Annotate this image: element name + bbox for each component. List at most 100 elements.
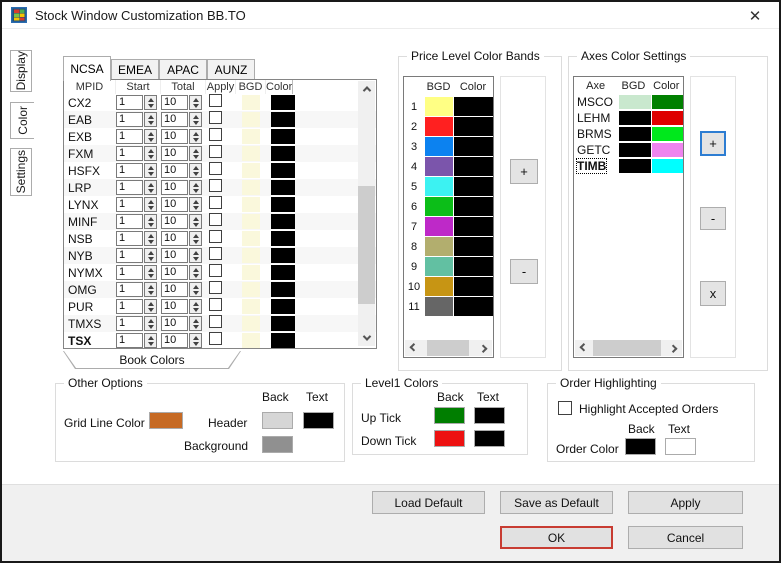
- color-swatch[interactable]: [271, 316, 295, 331]
- spin-up-icon[interactable]: [147, 165, 154, 170]
- bgd-swatch[interactable]: [242, 129, 260, 144]
- spin-up-icon[interactable]: [192, 182, 199, 187]
- spin-down-icon[interactable]: [147, 154, 154, 159]
- spin-up-icon[interactable]: [192, 250, 199, 255]
- total-spinner[interactable]: 10: [161, 299, 206, 314]
- spin-down-icon[interactable]: [147, 290, 154, 295]
- axe-bgd-swatch[interactable]: [619, 142, 651, 157]
- total-spinner[interactable]: 10: [161, 214, 206, 229]
- spin-down-icon[interactable]: [147, 324, 154, 329]
- spinner-arrows[interactable]: [144, 163, 157, 178]
- spin-down-icon[interactable]: [147, 120, 154, 125]
- apply-checkbox[interactable]: [209, 297, 222, 311]
- axe-color-swatch[interactable]: [652, 158, 683, 173]
- spinner-arrows[interactable]: [189, 129, 202, 144]
- spin-down-icon[interactable]: [192, 171, 199, 176]
- color-swatch[interactable]: [271, 282, 295, 297]
- band-bgd-swatch[interactable]: [425, 217, 453, 236]
- spinner-arrows[interactable]: [189, 299, 202, 314]
- band-bgd-swatch[interactable]: [425, 297, 453, 316]
- total-spinner[interactable]: 10: [161, 112, 206, 127]
- band-color-swatch[interactable]: [454, 257, 493, 276]
- axe-bgd-swatch[interactable]: [619, 110, 651, 125]
- apply-checkbox[interactable]: [209, 110, 222, 124]
- color-swatch[interactable]: [271, 248, 295, 263]
- total-spinner[interactable]: 10: [161, 282, 206, 297]
- color-swatch[interactable]: [271, 214, 295, 229]
- save-as-default-button[interactable]: Save as Default: [500, 491, 613, 514]
- axe-color-swatch[interactable]: [652, 110, 683, 125]
- spin-down-icon[interactable]: [147, 307, 154, 312]
- spinner-arrows[interactable]: [189, 265, 202, 280]
- spinner-arrows[interactable]: [144, 248, 157, 263]
- spin-down-icon[interactable]: [192, 137, 199, 142]
- spin-up-icon[interactable]: [192, 216, 199, 221]
- spin-up-icon[interactable]: [147, 250, 154, 255]
- grid-line-color-swatch[interactable]: [149, 412, 183, 429]
- spin-up-icon[interactable]: [192, 284, 199, 289]
- start-spinner[interactable]: 1: [116, 299, 161, 314]
- spinner-arrows[interactable]: [189, 333, 202, 348]
- band-color-swatch[interactable]: [454, 277, 493, 296]
- header-text-swatch[interactable]: [303, 412, 334, 429]
- spin-down-icon[interactable]: [147, 137, 154, 142]
- band-bgd-swatch[interactable]: [425, 137, 453, 156]
- spin-up-icon[interactable]: [147, 182, 154, 187]
- total-spinner[interactable]: 10: [161, 129, 206, 144]
- down-tick-text-swatch[interactable]: [474, 430, 505, 447]
- spin-up-icon[interactable]: [147, 131, 154, 136]
- spinner-arrows[interactable]: [144, 282, 157, 297]
- spinner-arrows[interactable]: [189, 231, 202, 246]
- scroll-right-icon[interactable]: [666, 340, 682, 356]
- tab-apac[interactable]: APAC: [159, 59, 207, 81]
- band-color-swatch[interactable]: [454, 297, 493, 316]
- band-bgd-swatch[interactable]: [425, 197, 453, 216]
- apply-checkbox[interactable]: [209, 331, 222, 345]
- spin-down-icon[interactable]: [147, 171, 154, 176]
- spin-down-icon[interactable]: [147, 239, 154, 244]
- start-spinner[interactable]: 1: [116, 180, 161, 195]
- spin-up-icon[interactable]: [147, 114, 154, 119]
- start-spinner[interactable]: 1: [116, 129, 161, 144]
- axe-bgd-swatch[interactable]: [619, 94, 651, 109]
- spin-up-icon[interactable]: [147, 301, 154, 306]
- color-swatch[interactable]: [271, 163, 295, 178]
- background-swatch[interactable]: [262, 436, 293, 453]
- spin-down-icon[interactable]: [192, 324, 199, 329]
- axe-color-swatch[interactable]: [652, 94, 683, 109]
- spin-down-icon[interactable]: [192, 307, 199, 312]
- start-spinner[interactable]: 1: [116, 316, 161, 331]
- spin-up-icon[interactable]: [192, 335, 199, 340]
- total-spinner[interactable]: 10: [161, 197, 206, 212]
- tab-color[interactable]: Color: [10, 102, 34, 139]
- spinner-arrows[interactable]: [189, 316, 202, 331]
- price-band-add-button[interactable]: +: [510, 159, 538, 184]
- spinner-arrows[interactable]: [189, 214, 202, 229]
- tab-emea[interactable]: EMEA: [111, 59, 159, 81]
- bgd-swatch[interactable]: [242, 197, 260, 212]
- start-spinner[interactable]: 1: [116, 231, 161, 246]
- spin-down-icon[interactable]: [192, 273, 199, 278]
- band-color-swatch[interactable]: [454, 117, 493, 136]
- bgd-swatch[interactable]: [242, 112, 260, 127]
- spin-up-icon[interactable]: [147, 233, 154, 238]
- color-swatch[interactable]: [271, 129, 295, 144]
- bgd-swatch[interactable]: [242, 180, 260, 195]
- total-spinner[interactable]: 10: [161, 163, 206, 178]
- down-tick-back-swatch[interactable]: [434, 430, 465, 447]
- spin-up-icon[interactable]: [147, 97, 154, 102]
- spinner-arrows[interactable]: [189, 95, 202, 110]
- spinner-arrows[interactable]: [144, 299, 157, 314]
- color-swatch[interactable]: [271, 197, 295, 212]
- close-icon[interactable]: ✕: [743, 5, 767, 27]
- spin-down-icon[interactable]: [192, 188, 199, 193]
- scrollbar-thumb[interactable]: [427, 340, 469, 356]
- band-bgd-swatch[interactable]: [425, 97, 453, 116]
- tab-settings[interactable]: Settings: [10, 148, 32, 196]
- start-spinner[interactable]: 1: [116, 214, 161, 229]
- bgd-swatch[interactable]: [242, 333, 260, 348]
- apply-checkbox[interactable]: [209, 229, 222, 243]
- color-swatch[interactable]: [271, 333, 295, 348]
- apply-checkbox[interactable]: [209, 195, 222, 209]
- color-swatch[interactable]: [271, 265, 295, 280]
